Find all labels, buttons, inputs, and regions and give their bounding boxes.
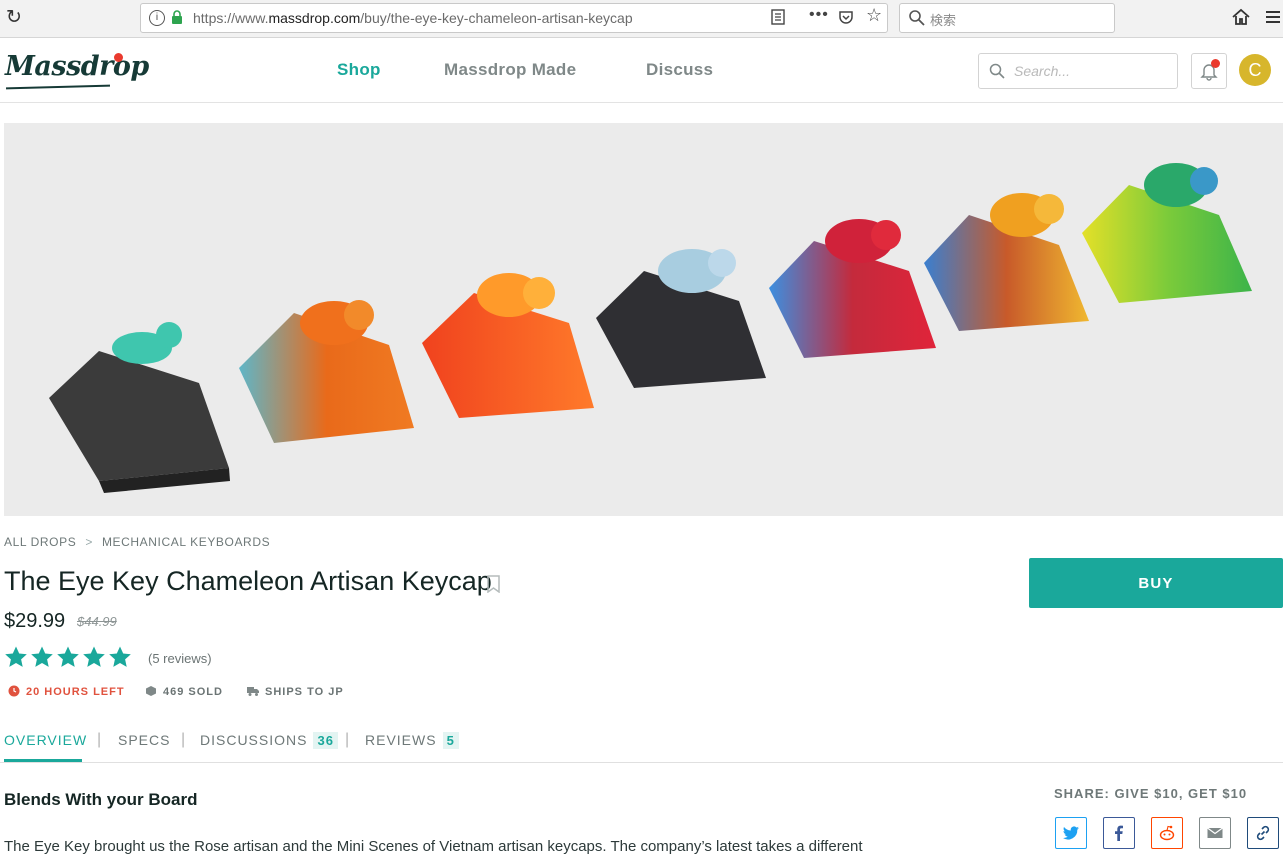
notification-dot xyxy=(1211,59,1220,68)
home-icon[interactable] xyxy=(1231,7,1251,27)
browser-search-placeholder: 検索 xyxy=(930,13,957,28)
reader-view-icon[interactable] xyxy=(771,9,785,25)
product-tabs: OVERVIEW | SPECS | DISCUSSIONS 36 | REVIE… xyxy=(0,726,1283,763)
reviews-count[interactable]: (5 reviews) xyxy=(148,651,212,666)
url-prefix: https://www. xyxy=(193,10,269,26)
browser-search-bar[interactable]: 検索 xyxy=(899,3,1115,33)
menu-icon[interactable] xyxy=(1263,7,1283,27)
rating-stars[interactable] xyxy=(4,645,134,671)
discussions-count-badge: 36 xyxy=(313,732,338,749)
product-title: The Eye Key Chameleon Artisan Keycap xyxy=(4,566,492,596)
keycap-black xyxy=(49,322,230,493)
overview-heading: Blends With your Board xyxy=(4,790,198,809)
lock-icon xyxy=(172,10,182,24)
tab-separator: | xyxy=(97,731,102,748)
avatar[interactable]: C xyxy=(1239,54,1271,86)
active-tab-indicator xyxy=(4,759,82,762)
tab-specs[interactable]: SPECS xyxy=(118,732,170,748)
keycap-yellow-green xyxy=(1082,163,1252,303)
email-icon xyxy=(1207,827,1223,838)
pocket-icon[interactable] xyxy=(838,9,854,25)
logo-underline xyxy=(5,84,111,90)
shipping-info: SHIPS TO JP xyxy=(247,686,344,698)
massdrop-logo[interactable]: Massdrop xyxy=(5,51,149,82)
breadcrumb-all-drops[interactable]: ALL DROPS xyxy=(4,535,76,549)
reddit-icon xyxy=(1159,825,1175,841)
site-search-placeholder: Search... xyxy=(1014,63,1071,79)
tab-discussions-label: DISCUSSIONS xyxy=(200,732,308,748)
keycaps-illustration xyxy=(49,163,1252,493)
tab-reviews[interactable]: REVIEWS 5 xyxy=(365,732,459,749)
star-icon xyxy=(109,646,131,667)
info-icon[interactable]: i xyxy=(149,10,165,26)
share-twitter-button[interactable] xyxy=(1055,817,1087,849)
breadcrumb-mechanical-keyboards[interactable]: MECHANICAL KEYBOARDS xyxy=(102,535,270,549)
breadcrumb: ALL DROPS > MECHANICAL KEYBOARDS xyxy=(4,535,270,549)
breadcrumb-separator: > xyxy=(85,535,93,549)
tab-reviews-label: REVIEWS xyxy=(365,732,437,748)
nav-massdrop-made[interactable]: Massdrop Made xyxy=(444,60,576,80)
share-email-button[interactable] xyxy=(1199,817,1231,849)
more-actions-icon[interactable]: ••• xyxy=(809,6,829,24)
keycap-red-orange xyxy=(422,273,594,418)
clock-icon xyxy=(8,685,20,697)
share-facebook-button[interactable] xyxy=(1103,817,1135,849)
overview-text: The Eye Key brought us the Rose artisan … xyxy=(4,838,863,855)
tab-specs-label: SPECS xyxy=(118,732,171,748)
share-reddit-button[interactable] xyxy=(1151,817,1183,849)
site-header: Massdrop Shop Massdrop Made Discuss Sear… xyxy=(0,38,1283,103)
tab-discussions[interactable]: DISCUSSIONS 36 xyxy=(200,732,338,749)
notifications-button[interactable] xyxy=(1191,53,1227,89)
bookmark-star-icon[interactable]: ☆ xyxy=(866,5,882,26)
share-label: SHARE: GIVE $10, GET $10 xyxy=(1054,786,1248,801)
url-domain: massdrop.com xyxy=(268,10,361,26)
site-search-input[interactable]: Search... xyxy=(978,53,1178,89)
keycap-black-clear xyxy=(596,249,766,388)
sold-count: 469 SOLD xyxy=(146,686,223,698)
product-hero-image[interactable] xyxy=(4,123,1283,516)
original-price: $44.99 xyxy=(77,614,117,629)
browser-toolbar: ↻ i https://www.massdrop.com/buy/the-eye… xyxy=(0,0,1283,38)
buy-button[interactable]: BUY xyxy=(1029,558,1283,608)
star-icon xyxy=(5,646,27,667)
star-icon xyxy=(57,646,79,667)
logo-dot xyxy=(114,53,123,62)
time-left: 20 HOURS LEFT xyxy=(8,685,125,698)
keycap-blue-red xyxy=(769,219,936,358)
nav-discuss[interactable]: Discuss xyxy=(646,60,713,80)
facebook-icon xyxy=(1115,825,1123,841)
nav-shop[interactable]: Shop xyxy=(337,60,381,80)
keycap-blue-yellow xyxy=(924,193,1089,331)
tab-separator: | xyxy=(345,731,350,748)
tab-separator: | xyxy=(181,731,186,748)
star-icon xyxy=(31,646,53,667)
sold-label: 469 SOLD xyxy=(163,686,223,698)
truck-icon xyxy=(247,687,259,696)
share-link-button[interactable] xyxy=(1247,817,1279,849)
url-text: https://www.massdrop.com/buy/the-eye-key… xyxy=(193,10,633,26)
tab-overview-label: OVERVIEW xyxy=(4,732,88,748)
link-icon xyxy=(1256,825,1270,841)
time-left-label: 20 HOURS LEFT xyxy=(26,686,125,698)
reload-icon[interactable]: ↻ xyxy=(6,8,26,28)
star-icon xyxy=(83,646,105,667)
reviews-count-badge: 5 xyxy=(442,732,459,749)
url-path: /buy/the-eye-key-chameleon-artisan-keyca… xyxy=(360,10,633,26)
tab-overview[interactable]: OVERVIEW xyxy=(4,732,87,748)
bookmark-icon[interactable] xyxy=(486,575,501,593)
twitter-icon xyxy=(1063,826,1079,840)
search-icon xyxy=(989,63,1005,79)
address-bar[interactable]: i https://www.massdrop.com/buy/the-eye-k… xyxy=(140,3,888,33)
current-price: $29.99 xyxy=(4,610,66,632)
box-icon xyxy=(146,686,156,696)
ships-label: SHIPS TO JP xyxy=(265,686,344,698)
search-icon xyxy=(909,10,925,26)
keycap-blue-orange xyxy=(239,300,414,443)
